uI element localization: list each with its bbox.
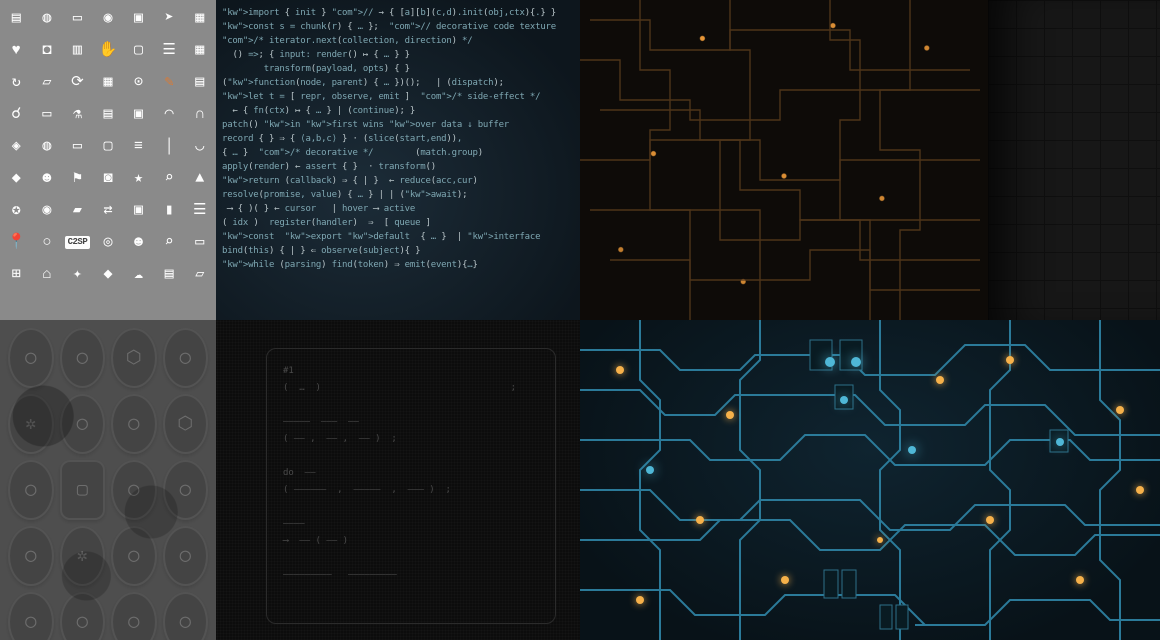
texture-ring-11: ◯ — [163, 460, 209, 520]
headphones-icon: ◠ — [158, 103, 180, 125]
marker-icon: ✎ — [158, 71, 180, 93]
cloud-icon: ☁ — [128, 263, 150, 285]
icon-sheet: ▤ ◍ ▭ ◉ ▣ ➤ ▦ ♥ ◘ ▥ ✋ ▢ ☰ ▦ ↻ ▱ ⟳ ▦ ⊙ ✎ ▤ ☌ ▭ ⚗ ▤ ▣ ◠ ∩ ◈ ◍ ▭ ▢ ≡ │ ◡ ◆ ☻ ⚑ ◙ ★… — [4, 4, 212, 316]
monitor-icon: ▢ — [128, 39, 150, 61]
image-icon: ▣ — [128, 7, 150, 29]
texture-ring-19: ◯ — [163, 592, 209, 640]
refresh-icon: ↻ — [5, 71, 27, 93]
bottle-icon: ◍ — [36, 7, 58, 29]
stack-icon: ☰ — [158, 39, 180, 61]
texture-ring-18: ◯ — [111, 592, 157, 640]
map-icon: ▱ — [189, 263, 211, 285]
texture-ring-14: ◯ — [111, 526, 157, 586]
medal-icon: ✪ — [5, 199, 27, 221]
glasses-icon: ⊙ — [128, 71, 150, 93]
texture-ring-0: ◯ — [8, 328, 54, 388]
texture-ring-8: ◯ — [8, 460, 54, 520]
calendar-icon: ▦ — [189, 39, 211, 61]
texture-ring-16: ◯ — [8, 592, 54, 640]
arc-icon: ◡ — [189, 135, 211, 157]
divider-icon: │ — [158, 135, 180, 157]
list-icon: ☰ — [189, 199, 211, 221]
panel-grey-texture: ◯◯⬡◯✲◯◯⬡◯▢◯◯◯✲◯◯◯◯◯◯ — [0, 320, 216, 640]
gift-icon: ⊞ — [5, 263, 27, 285]
texture-ring-5: ◯ — [60, 394, 106, 454]
texture-hex-7: ⬡ — [163, 394, 209, 454]
texture-hex-2: ⬡ — [111, 328, 157, 388]
folder-open-icon: ▰ — [66, 199, 88, 221]
shield-icon: ◈ — [5, 135, 27, 157]
save-icon: ▣ — [128, 199, 150, 221]
hand-icon: ✋ — [97, 39, 119, 61]
swap-icon: ⇄ — [97, 199, 119, 221]
panel-circuit-blue — [580, 320, 1160, 640]
robot-icon: ☻ — [36, 167, 58, 189]
id-icon: ▭ — [189, 231, 211, 253]
headphones-alt-icon: ∩ — [189, 103, 211, 125]
person-icon: ☻ — [128, 231, 150, 253]
texture-ring-17: ◯ — [60, 592, 106, 640]
search-icon: ⌕ — [158, 167, 180, 189]
sync-icon: ⟳ — [66, 71, 88, 93]
doc-icon: ▤ — [158, 263, 180, 285]
home-icon: ⌂ — [36, 263, 58, 285]
flag-icon: ⚑ — [66, 167, 88, 189]
texture-ring-15: ◯ — [163, 526, 209, 586]
texture-ring-3: ◯ — [163, 328, 209, 388]
badge-icon: ★ — [128, 167, 150, 189]
window-icon: ▦ — [189, 7, 211, 29]
texture-gear-4: ✲ — [8, 394, 54, 454]
bars-icon: ≡ — [128, 135, 150, 157]
bookmark-icon: ▮ — [158, 199, 180, 221]
c2sp-badge: C2SP — [66, 231, 88, 253]
dark-grid-area — [988, 0, 1160, 320]
target-icon: ◎ — [97, 231, 119, 253]
user-icon: ◉ — [97, 7, 119, 29]
note-icon: ▤ — [97, 103, 119, 125]
jar-icon: ◍ — [36, 135, 58, 157]
circuit-copper-area — [580, 0, 988, 320]
document-icon: ▤ — [5, 7, 27, 29]
clipboard-icon: ▤ — [189, 71, 211, 93]
tag-icon: ◆ — [5, 167, 27, 189]
code-block: "kw">import { init } "com">// → { [a][b]… — [222, 6, 574, 314]
collage-grid: ▤ ◍ ▭ ◉ ▣ ➤ ▦ ♥ ◘ ▥ ✋ ▢ ☰ ▦ ↻ ▱ ⟳ ▦ ⊙ ✎ ▤ ☌ ▭ ⚗ ▤ ▣ ◠ ∩ ◈ ◍ ▭ ▢ ≡ │ ◡ ◆ ☻ ⚑ ◙ ★… — [0, 0, 1160, 640]
cursor-icon: ➤ — [158, 7, 180, 29]
texture-layer: ◯◯⬡◯✲◯◯⬡◯▢◯◯◯✲◯◯◯◯◯◯ — [0, 320, 216, 640]
grid-icon: ▦ — [97, 71, 119, 93]
panel-code-terminal: "kw">import { init } "com">// → { [a][b]… — [216, 0, 580, 320]
camera-icon: ◘ — [36, 39, 58, 61]
texture-ring-6: ◯ — [111, 394, 157, 454]
square-icon: ▢ — [97, 135, 119, 157]
drop-icon: ◆ — [97, 263, 119, 285]
eye-icon: ◉ — [36, 199, 58, 221]
camera-alt-icon: ◙ — [97, 167, 119, 189]
pin-icon: 📍 — [5, 231, 27, 253]
copper-traces-svg — [580, 0, 988, 320]
texture-ring-12: ◯ — [8, 526, 54, 586]
card-icon: ▭ — [66, 7, 88, 29]
circle-icon: ○ — [36, 231, 58, 253]
blue-traces-svg — [580, 320, 1160, 640]
chat-icon: ☌ — [5, 103, 27, 125]
texture-ring-1: ◯ — [60, 328, 106, 388]
laptop-icon: ▭ — [36, 103, 58, 125]
panel-circuit-copper — [580, 0, 1160, 320]
flask-icon: ⚗ — [66, 103, 88, 125]
barcode-icon: ▥ — [66, 39, 88, 61]
texture-gear-13: ✲ — [60, 526, 106, 586]
photo-icon: ▣ — [128, 103, 150, 125]
texture-square-9: ▢ — [60, 460, 106, 520]
chart-icon: ▲ — [189, 167, 211, 189]
rectangle-icon: ▭ — [66, 135, 88, 157]
heart-icon: ♥ — [5, 39, 27, 61]
faint-card: #1 ( … ) ; ————— ——— —— ( —— , —— , —— )… — [266, 348, 556, 624]
panel-black-card: #1 ( … ) ; ————— ——— —— ( —— , —— , —— )… — [216, 320, 580, 640]
texture-ring-10: ◯ — [111, 460, 157, 520]
zoom-icon: ⌕ — [158, 231, 180, 253]
wrench-icon: ✦ — [66, 263, 88, 285]
panel-icon-sheet: ▤ ◍ ▭ ◉ ▣ ➤ ▦ ♥ ◘ ▥ ✋ ▢ ☰ ▦ ↻ ▱ ⟳ ▦ ⊙ ✎ ▤ ☌ ▭ ⚗ ▤ ▣ ◠ ∩ ◈ ◍ ▭ ▢ ≡ │ ◡ ◆ ☻ ⚑ ◙ ★… — [0, 0, 216, 320]
folder-icon: ▱ — [36, 71, 58, 93]
